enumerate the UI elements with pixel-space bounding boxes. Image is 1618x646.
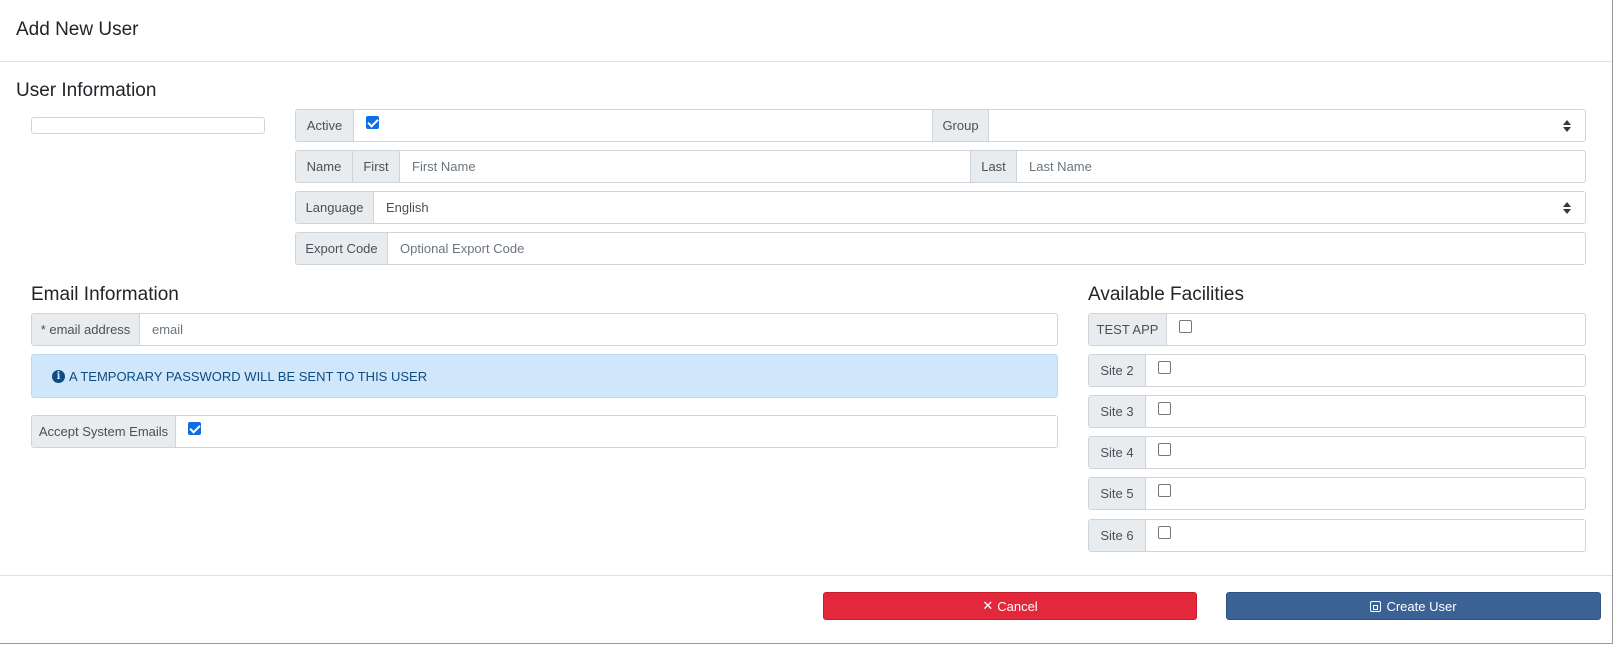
facility-label: TEST APP xyxy=(1089,314,1167,345)
facility-row: Site 4 xyxy=(1088,436,1586,469)
facility-row: Site 6 xyxy=(1088,519,1586,552)
add-user-modal: Add New User User Information Active Gro… xyxy=(0,0,1613,644)
name-row: Name First Last xyxy=(295,150,1586,183)
facility-label: Site 6 xyxy=(1089,520,1146,551)
group-label: Group xyxy=(932,110,989,141)
accept-emails-row: Accept System Emails xyxy=(31,415,1058,448)
email-input[interactable] xyxy=(152,322,1045,337)
name-label: Name xyxy=(296,151,353,182)
alert-text: A TEMPORARY PASSWORD WILL BE SENT TO THI… xyxy=(69,368,428,384)
facility-field xyxy=(1146,520,1585,551)
select-arrows-icon xyxy=(1563,119,1571,132)
first-name-label: First xyxy=(353,151,400,182)
facility-field xyxy=(1146,478,1585,509)
last-name-field xyxy=(1017,151,1585,182)
user-information-title: User Information xyxy=(16,80,157,101)
facility-field xyxy=(1167,314,1585,345)
facility-row: Site 5 xyxy=(1088,477,1586,510)
modal-header: Add New User xyxy=(0,0,1612,62)
cancel-button[interactable]: ✕ Cancel xyxy=(823,592,1197,620)
export-code-input[interactable] xyxy=(400,241,1573,256)
facility-checkbox[interactable] xyxy=(1158,402,1171,415)
email-field xyxy=(140,314,1057,345)
last-name-label: Last xyxy=(970,151,1017,182)
facility-label: Site 2 xyxy=(1089,355,1146,386)
avatar-placeholder xyxy=(31,117,265,134)
info-circle-icon: i xyxy=(52,369,65,383)
create-user-button-label: Create User xyxy=(1386,598,1457,614)
accept-emails-field xyxy=(176,416,1057,447)
facility-label: Site 3 xyxy=(1089,396,1146,427)
first-name-field xyxy=(400,151,970,182)
email-label: * email address xyxy=(32,314,140,345)
active-group-row: Active Group xyxy=(295,109,1586,142)
facility-field xyxy=(1146,355,1585,386)
active-label: Active xyxy=(296,110,354,141)
active-field xyxy=(354,110,932,141)
language-select-value: English xyxy=(386,200,429,215)
language-label: Language xyxy=(296,192,374,223)
facility-label: Site 4 xyxy=(1089,437,1146,468)
facility-row: Site 2 xyxy=(1088,354,1586,387)
save-icon xyxy=(1370,600,1382,612)
export-code-label: Export Code xyxy=(296,233,388,264)
export-code-field xyxy=(388,233,1585,264)
email-row: * email address xyxy=(31,313,1058,346)
accept-emails-checkbox[interactable] xyxy=(188,422,201,435)
language-row: Language English xyxy=(295,191,1586,224)
facility-row: Site 3 xyxy=(1088,395,1586,428)
cancel-button-label: Cancel xyxy=(997,598,1038,614)
group-select[interactable] xyxy=(989,110,1585,141)
facility-checkbox[interactable] xyxy=(1158,361,1171,374)
facility-checkbox[interactable] xyxy=(1179,320,1192,333)
language-select[interactable]: English xyxy=(374,192,1585,223)
last-name-input[interactable] xyxy=(1029,159,1573,174)
create-user-button[interactable]: Create User xyxy=(1226,592,1601,620)
export-code-row: Export Code xyxy=(295,232,1586,265)
available-facilities-title: Available Facilities xyxy=(1088,284,1244,305)
modal-title: Add New User xyxy=(16,19,139,40)
select-arrows-icon xyxy=(1563,201,1571,214)
facility-field xyxy=(1146,396,1585,427)
facility-row: TEST APP xyxy=(1088,313,1586,346)
facility-label: Site 5 xyxy=(1089,478,1146,509)
email-information-title: Email Information xyxy=(31,284,179,305)
first-name-input[interactable] xyxy=(412,159,958,174)
modal-footer-divider xyxy=(0,575,1612,576)
close-icon: ✕ xyxy=(982,598,994,613)
facility-checkbox[interactable] xyxy=(1158,443,1171,456)
facility-checkbox[interactable] xyxy=(1158,484,1171,497)
facility-checkbox[interactable] xyxy=(1158,526,1171,539)
accept-emails-label: Accept System Emails xyxy=(32,416,176,447)
active-checkbox[interactable] xyxy=(366,116,379,129)
temporary-password-alert: i A TEMPORARY PASSWORD WILL BE SENT TO T… xyxy=(31,354,1058,398)
facility-field xyxy=(1146,437,1585,468)
